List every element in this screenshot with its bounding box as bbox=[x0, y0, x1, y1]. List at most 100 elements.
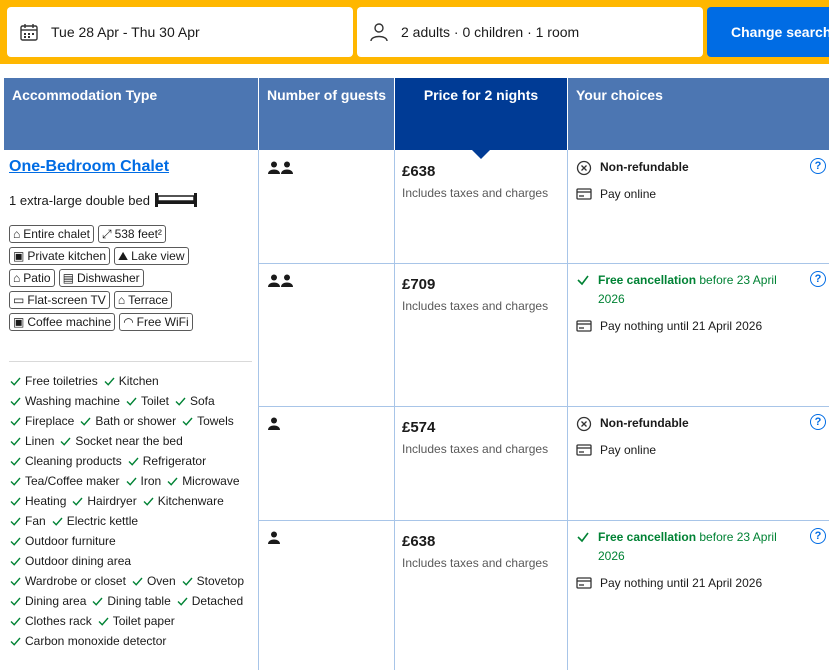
payment-line: Pay online bbox=[576, 441, 796, 460]
info-question-icon[interactable]: ? bbox=[810, 414, 826, 430]
payment-text: Pay nothing until 21 April 2026 bbox=[600, 576, 763, 590]
facility-label: Outdoor furniture bbox=[25, 534, 116, 548]
checkmark-icon bbox=[126, 477, 137, 486]
facility-row: Cleaning products Refrigerator bbox=[10, 451, 260, 471]
payment-line: Pay nothing until 21 April 2026 bbox=[576, 574, 796, 593]
facility-label: Tea/Coffee maker bbox=[25, 474, 120, 488]
dates-field[interactable]: Tue 28 Apr - Thu 30 Apr bbox=[7, 7, 353, 57]
info-question-icon[interactable]: ? bbox=[810, 158, 826, 174]
card-icon bbox=[576, 188, 592, 200]
price-note: Includes taxes and charges bbox=[402, 299, 549, 313]
payment-line: Pay online bbox=[576, 185, 796, 204]
checkmark-icon bbox=[52, 517, 63, 526]
facility-label: Free toiletries bbox=[25, 374, 98, 388]
wifi-icon: ◠ bbox=[123, 315, 134, 329]
facility-item: Microwave bbox=[167, 474, 240, 488]
header-number-of-guests: Number of guests bbox=[259, 78, 394, 150]
facility-item: Socket near the bed bbox=[60, 434, 183, 448]
facility-label: Toilet bbox=[140, 394, 169, 408]
policy-line: Free cancellation before 23 April 2026 bbox=[576, 528, 796, 566]
payment-line: Pay nothing until 21 April 2026 bbox=[576, 317, 796, 336]
info-question-icon[interactable]: ? bbox=[810, 528, 826, 544]
facility-label: Fireplace bbox=[25, 414, 75, 428]
tag-coffee-machine: ▣ Coffee machine bbox=[9, 313, 116, 331]
header-price[interactable]: Price for 2 nights bbox=[395, 78, 567, 159]
facility-item: Heating bbox=[10, 494, 66, 508]
checkmark-icon bbox=[80, 417, 91, 426]
facility-label: Microwave bbox=[182, 474, 240, 488]
facility-label: Dining table bbox=[107, 594, 171, 608]
facility-label: Refrigerator bbox=[142, 454, 207, 468]
row-divider bbox=[258, 520, 829, 521]
change-search-button[interactable]: Change search bbox=[707, 7, 829, 57]
facility-item: Oven bbox=[132, 574, 176, 588]
facility-item: Carbon monoxide detector bbox=[10, 634, 166, 648]
checkmark-icon bbox=[10, 457, 21, 466]
card-icon bbox=[576, 444, 592, 456]
facility-item: Toilet paper bbox=[98, 614, 175, 628]
price-note: Includes taxes and charges bbox=[402, 442, 549, 456]
facility-item: Sofa bbox=[175, 394, 215, 408]
checkmark-icon bbox=[132, 577, 143, 586]
facility-item: Wardrobe or closet bbox=[10, 574, 126, 588]
price-cell: £638 Includes taxes and charges bbox=[402, 533, 548, 570]
price-amount: £574 bbox=[402, 419, 436, 436]
facility-row: Tea/Coffee maker Iron Microwave bbox=[10, 471, 260, 491]
facility-row: Linen Socket near the bed bbox=[10, 431, 260, 451]
price-amount: £709 bbox=[402, 276, 436, 293]
price-cell: £574 Includes taxes and charges bbox=[402, 419, 548, 456]
policy-line: Free cancellation before 23 April 2026 bbox=[576, 271, 796, 309]
facility-item: Bath or shower bbox=[80, 414, 176, 428]
kitchen-icon: ▣ bbox=[13, 249, 25, 263]
room-name-link[interactable]: One-Bedroom Chalet bbox=[9, 158, 169, 176]
choices-cell: Free cancellation before 23 April 2026 P… bbox=[576, 528, 796, 601]
price-amount: £638 bbox=[402, 163, 436, 180]
guests-field[interactable]: 2 adults · 0 children · 1 room bbox=[357, 7, 703, 57]
facility-label: Sofa bbox=[189, 394, 215, 408]
facility-row: Heating Hairdryer Kitchenware bbox=[10, 491, 260, 511]
facility-item: Detached bbox=[177, 594, 243, 608]
tag-private-kitchen: ▣ Private kitchen bbox=[9, 247, 111, 265]
home-icon: ⌂ bbox=[13, 227, 21, 241]
tag-free-wifi: ◠ Free WiFi bbox=[119, 313, 193, 331]
facility-label: Clothes rack bbox=[25, 614, 92, 628]
facility-label: Outdoor dining area bbox=[25, 554, 132, 568]
price-cell: £638 Includes taxes and charges bbox=[402, 163, 548, 200]
facility-label: Hairdryer bbox=[87, 494, 137, 508]
guests-2-icon bbox=[268, 161, 294, 180]
room-highlights: ⌂ Entire chalet ⤢ 538 feet² ▣ Private kitch… bbox=[9, 225, 254, 335]
checkmark-icon bbox=[72, 497, 83, 506]
checkmark-icon bbox=[104, 377, 115, 386]
tag-lake-view: ⛰ Lake view bbox=[114, 247, 189, 265]
facility-label: Kitchenware bbox=[157, 494, 224, 508]
facility-row: Washing machine Toilet Sofa bbox=[10, 391, 260, 411]
checkmark-icon bbox=[182, 417, 193, 426]
price-amount: £638 bbox=[402, 533, 436, 550]
policy-line: Non-refundable bbox=[576, 158, 796, 177]
header-accommodation-type: Accommodation Type bbox=[4, 78, 258, 150]
grid-line bbox=[394, 150, 395, 670]
checkmark-icon bbox=[92, 597, 103, 606]
terrace-icon: ⌂ bbox=[117, 293, 126, 307]
guests-text: 2 adults · 0 children · 1 room bbox=[401, 24, 580, 40]
card-icon bbox=[576, 577, 592, 589]
policy-text: Free cancellation before 23 April 2026 bbox=[598, 530, 777, 563]
facility-item: Kitchen bbox=[104, 374, 159, 388]
facility-row: Free toiletries Kitchen bbox=[10, 371, 260, 391]
facility-row: Outdoor furniture bbox=[10, 531, 260, 551]
checkmark-icon bbox=[10, 397, 21, 406]
policy-text: Non-refundable bbox=[600, 416, 689, 430]
facility-label: Washing machine bbox=[25, 394, 120, 408]
facility-item: Stovetop bbox=[182, 574, 244, 588]
facility-item: Dining table bbox=[92, 594, 171, 608]
checkmark-icon bbox=[10, 537, 21, 546]
checkmark-icon bbox=[577, 532, 589, 543]
checkmark-icon bbox=[577, 275, 589, 286]
facility-label: Kitchen bbox=[118, 374, 159, 388]
row-divider bbox=[258, 263, 829, 264]
checkmark-icon bbox=[10, 497, 21, 506]
payment-text: Pay nothing until 21 April 2026 bbox=[600, 319, 763, 333]
payment-text: Pay online bbox=[600, 187, 657, 201]
info-question-icon[interactable]: ? bbox=[810, 271, 826, 287]
facility-item: Fan bbox=[10, 514, 46, 528]
